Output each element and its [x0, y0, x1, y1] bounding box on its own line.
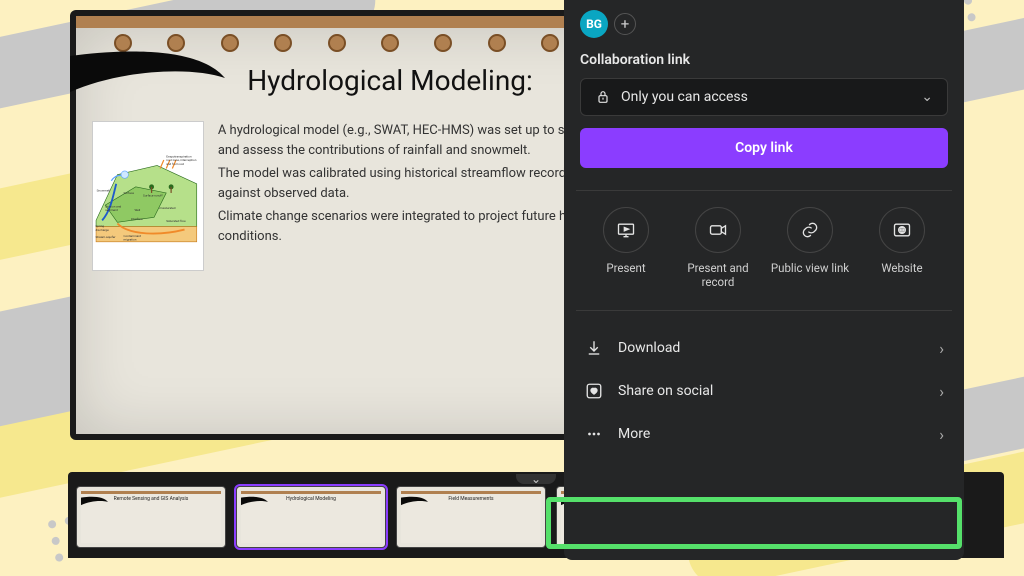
- copy-link-button[interactable]: Copy link: [580, 128, 948, 168]
- thumbnail-2[interactable]: Hydrological Modeling: [236, 486, 386, 548]
- present-record-option[interactable]: Present and record: [678, 207, 758, 290]
- thumbnail-1[interactable]: Remote Sensing and GIS Analysis: [76, 486, 226, 548]
- thumbnail-3[interactable]: Field Measurements: [396, 486, 546, 548]
- public-view-option[interactable]: Public view link: [770, 207, 850, 290]
- lock-icon: [595, 89, 611, 105]
- link-icon: [787, 207, 833, 253]
- svg-text:Saturated flow: Saturated flow: [166, 219, 186, 223]
- svg-text:Snowmelt: Snowmelt: [97, 189, 111, 193]
- video-icon: [695, 207, 741, 253]
- chevron-right-icon: ›: [939, 382, 944, 401]
- chevron-down-icon[interactable]: ⌄: [531, 472, 541, 486]
- add-person-button[interactable]: +: [614, 13, 636, 35]
- access-label: Only you can access: [621, 89, 911, 105]
- svg-text:Unsaturated: Unsaturated: [159, 206, 176, 210]
- heart-icon: [584, 382, 604, 400]
- share-panel: BG + Collaboration link Only you can acc…: [564, 0, 964, 560]
- hydrology-diagram: Evapotranspiration root zone, intercepti…: [92, 121, 204, 271]
- svg-text:migration: migration: [124, 238, 137, 242]
- download-icon: [584, 339, 604, 357]
- chevron-down-icon: ⌄: [921, 89, 933, 105]
- svg-text:sediment: sediment: [105, 208, 118, 212]
- website-option[interactable]: Website: [862, 207, 942, 290]
- svg-text:Stream-aquifer: Stream-aquifer: [95, 235, 115, 239]
- share-social-item[interactable]: Share on social ›: [580, 370, 948, 413]
- svg-text:Surface: Surface: [124, 191, 135, 195]
- download-item[interactable]: Download ›: [580, 327, 948, 370]
- avatar[interactable]: BG: [580, 10, 608, 38]
- globe-icon: [879, 207, 925, 253]
- chevron-right-icon: ›: [939, 425, 944, 444]
- access-dropdown[interactable]: Only you can access ⌄: [580, 78, 948, 116]
- present-icon: [603, 207, 649, 253]
- more-icon: [584, 425, 604, 443]
- svg-text:Surface runoff: Surface runoff: [143, 194, 163, 198]
- present-option[interactable]: Present: [586, 207, 666, 290]
- svg-text:and from soil: and from soil: [166, 162, 184, 166]
- svg-text:discharge: discharge: [95, 228, 109, 232]
- svg-text:Well: Well: [134, 208, 140, 212]
- more-item[interactable]: More ›: [580, 413, 948, 456]
- chevron-right-icon: ›: [939, 339, 944, 358]
- swoosh-decoration: [70, 48, 230, 108]
- collab-link-label: Collaboration link: [580, 52, 948, 68]
- svg-text:Interflow: Interflow: [131, 217, 144, 221]
